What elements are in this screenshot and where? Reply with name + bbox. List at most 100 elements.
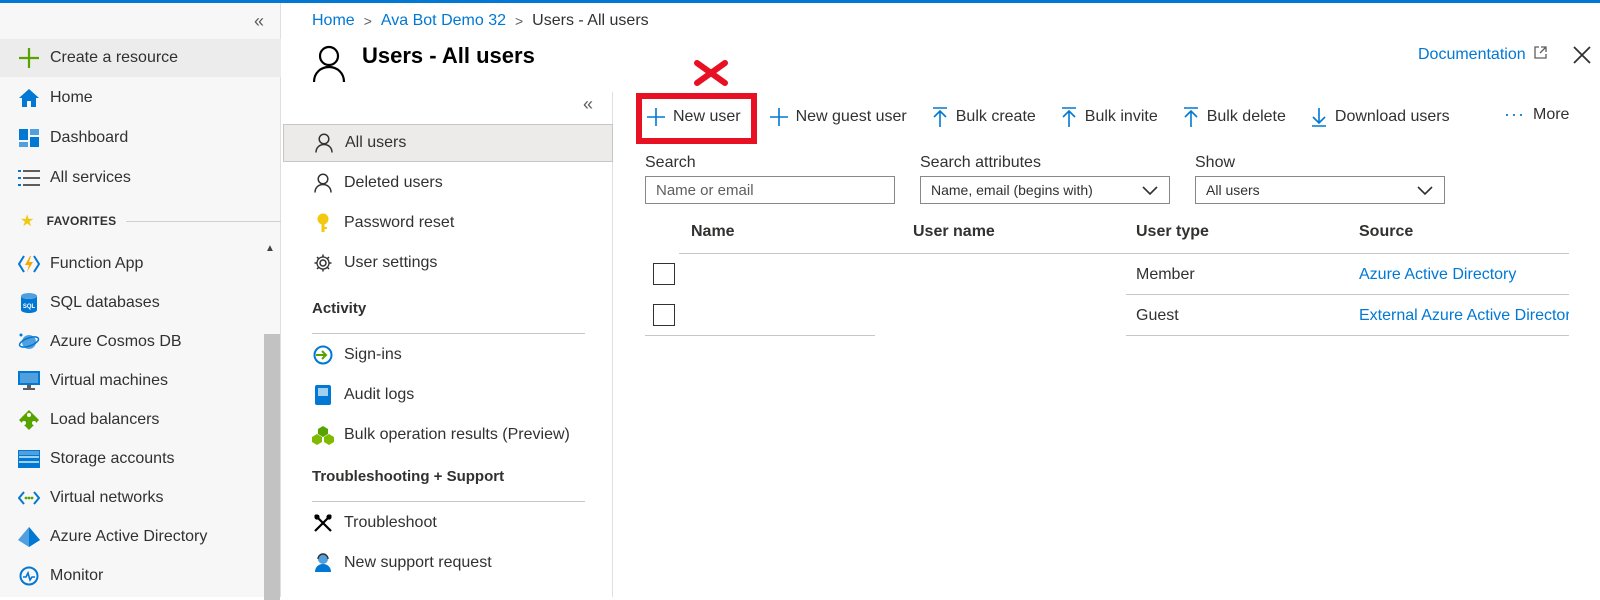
nav-item-sql-databases[interactable]: SQL SQL databases	[0, 284, 281, 322]
bulk-delete-button[interactable]: Bulk delete	[1182, 97, 1286, 137]
show-dropdown[interactable]: All users	[1195, 176, 1445, 204]
breadcrumb-current: Users - All users	[532, 12, 649, 29]
nav-item-all-services[interactable]: All services	[0, 159, 281, 197]
bulk-create-button[interactable]: Bulk create	[931, 97, 1036, 137]
nav-item-storage-accounts[interactable]: Storage accounts	[0, 440, 281, 478]
row-checkbox[interactable]	[653, 263, 675, 285]
close-marker-icon	[693, 60, 729, 91]
cosmos-icon	[17, 330, 41, 354]
page-title: Users - All users	[362, 43, 535, 64]
nav-item-function-app[interactable]: Function App	[0, 245, 281, 283]
favorites-header: ★ FAVORITES	[0, 210, 281, 232]
wrench-icon	[312, 512, 334, 534]
nav-item-virtual-networks[interactable]: Virtual networks	[0, 479, 281, 517]
menu-item-troubleshoot[interactable]: Troubleshoot	[283, 504, 613, 542]
section-header-activity: Activity	[312, 300, 367, 317]
menu-item-sign-ins[interactable]: Sign-ins	[283, 336, 613, 374]
nav-item-create-resource[interactable]: Create a resource	[0, 39, 281, 77]
nav-item-cosmos-db[interactable]: Azure Cosmos DB	[0, 323, 281, 361]
nav-item-label: Dashboard	[50, 129, 129, 146]
plus-icon	[769, 108, 788, 126]
documentation-link[interactable]: Documentation	[1418, 46, 1547, 64]
portal-left-nav: « Create a resource Home Dashboard All s…	[0, 3, 281, 600]
nav-item-dashboard[interactable]: Dashboard	[0, 119, 281, 157]
home-icon	[17, 86, 41, 110]
section-header-troubleshooting: Troubleshooting + Support	[312, 468, 505, 485]
nav-item-home[interactable]: Home	[0, 79, 281, 117]
user-icon	[312, 45, 346, 88]
bulk-invite-button[interactable]: Bulk invite	[1060, 97, 1158, 137]
user-icon	[313, 132, 335, 154]
nav-item-monitor[interactable]: Monitor	[0, 557, 281, 595]
row-divider	[645, 335, 875, 336]
breadcrumb: Home > Ava Bot Demo 32 > Users - All use…	[312, 10, 649, 32]
menu-item-label: Deleted users	[344, 174, 443, 191]
column-header-user-name[interactable]: User name	[913, 223, 995, 241]
search-attributes-dropdown[interactable]: Name, email (begins with)	[920, 176, 1170, 204]
row-divider	[1126, 294, 1569, 295]
column-header-user-type[interactable]: User type	[1136, 223, 1209, 241]
menu-item-all-users[interactable]: All users	[283, 124, 613, 162]
new-guest-user-button[interactable]: New guest user	[769, 97, 907, 137]
function-app-icon	[17, 252, 41, 276]
vnet-icon	[17, 486, 41, 510]
chevron-down-icon	[1142, 186, 1158, 196]
scroll-up-arrow-icon[interactable]: ▲	[265, 243, 275, 254]
menu-item-user-settings[interactable]: User settings	[283, 244, 613, 282]
table-header-divider	[679, 253, 1569, 254]
column-header-name[interactable]: Name	[691, 223, 735, 241]
monitor-icon	[17, 564, 41, 588]
search-input[interactable]: Name or email	[645, 176, 895, 204]
divider	[312, 333, 585, 334]
menu-item-audit-logs[interactable]: Audit logs	[283, 376, 613, 414]
download-users-button[interactable]: Download users	[1310, 97, 1450, 137]
command-bar: New user New guest user Bulk create Bulk…	[636, 97, 1474, 137]
list-icon	[17, 166, 41, 190]
svg-text:SQL: SQL	[23, 304, 36, 310]
divider	[126, 220, 281, 222]
nav-item-label: Virtual machines	[50, 372, 168, 389]
menu-item-deleted-users[interactable]: Deleted users	[283, 164, 613, 202]
nav-item-label: Azure Active Directory	[50, 528, 208, 545]
gear-icon	[312, 252, 334, 274]
upload-icon	[932, 107, 947, 127]
nav-item-label: Monitor	[50, 567, 104, 584]
bulk-results-icon	[312, 424, 334, 446]
nav-item-label: Virtual networks	[50, 489, 164, 506]
column-header-source[interactable]: Source	[1359, 223, 1413, 241]
breadcrumb-home-link[interactable]: Home	[312, 12, 355, 30]
menu-item-new-support-request[interactable]: New support request	[283, 544, 613, 582]
show-label: Show	[1195, 154, 1236, 171]
menu-item-password-reset[interactable]: Password reset	[283, 204, 613, 242]
upload-icon	[1183, 107, 1198, 127]
row-user-type: Guest	[1136, 307, 1179, 324]
nav-item-virtual-machines[interactable]: Virtual machines	[0, 362, 281, 400]
more-button[interactable]: ··· More	[1504, 104, 1569, 125]
row-source-link[interactable]: Azure Active Directory	[1359, 266, 1569, 284]
key-icon	[312, 212, 334, 234]
nav-item-load-balancers[interactable]: Load balancers	[0, 401, 281, 439]
row-source-link[interactable]: External Azure Active Director	[1359, 307, 1569, 325]
user-icon	[312, 172, 334, 194]
nav-scrollbar-thumb[interactable]	[264, 334, 280, 600]
download-icon	[1311, 108, 1326, 127]
menu-item-label: Troubleshoot	[344, 514, 437, 531]
menu-item-label: Sign-ins	[344, 346, 402, 363]
menu-item-label: New support request	[344, 554, 492, 571]
row-checkbox[interactable]	[653, 304, 675, 326]
close-icon[interactable]	[1571, 44, 1595, 68]
menu-item-bulk-operation-results[interactable]: Bulk operation results (Preview)	[283, 416, 613, 454]
chevron-right-icon: >	[514, 13, 524, 29]
nav-item-label: SQL databases	[50, 294, 160, 311]
collapse-nav-button[interactable]: «	[254, 11, 264, 32]
nav-item-label: Function App	[50, 255, 144, 272]
menu-item-label: User settings	[344, 254, 438, 271]
nav-item-azure-active-directory[interactable]: Azure Active Directory	[0, 518, 281, 556]
external-link-icon	[1533, 46, 1547, 64]
nav-item-label: Azure Cosmos DB	[50, 333, 182, 350]
breadcrumb-tenant-link[interactable]: Ava Bot Demo 32	[381, 12, 506, 30]
chevron-down-icon	[1417, 186, 1433, 196]
row-divider	[1126, 335, 1569, 336]
collapse-menu-button[interactable]: «	[583, 94, 593, 115]
ellipsis-icon: ···	[1504, 104, 1525, 124]
